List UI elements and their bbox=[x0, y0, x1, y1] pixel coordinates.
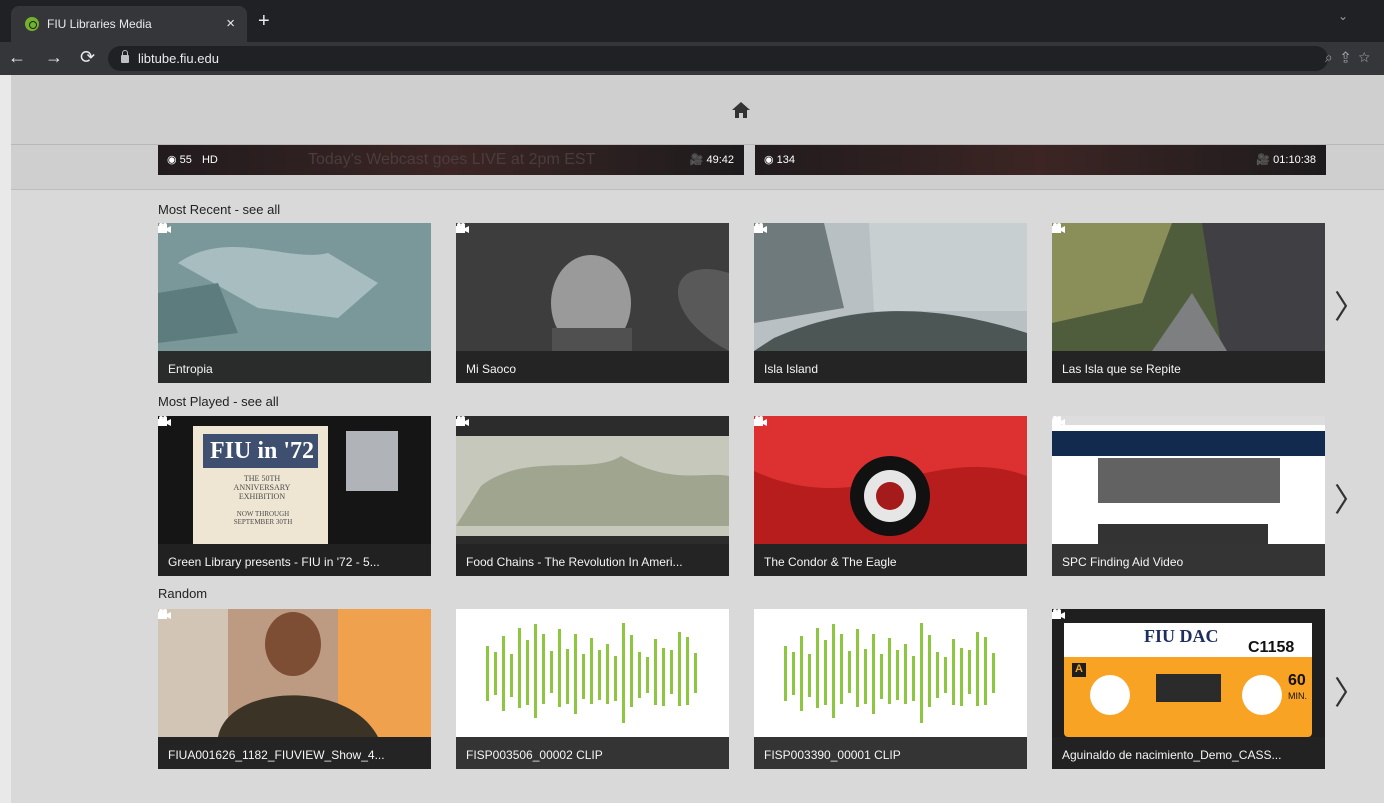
video-camera-icon bbox=[456, 609, 469, 619]
thumb-text-60: 60 bbox=[1288, 672, 1306, 689]
featured-video-2[interactable]: ◉ 134 🎥 01:10:38 bbox=[755, 145, 1326, 175]
video-title: Isla Island bbox=[754, 351, 1027, 383]
video-camera-icon bbox=[1052, 416, 1065, 426]
reload-icon[interactable]: ⟳ bbox=[80, 47, 95, 68]
thumb-text-a: A bbox=[1072, 663, 1086, 677]
duration-text: 49:42 bbox=[706, 154, 734, 166]
thumb-text-fiudac: FIU DAC bbox=[1144, 626, 1219, 646]
video-title: FISP003506_00002 CLIP bbox=[456, 737, 729, 769]
video-camera-icon bbox=[158, 416, 171, 426]
video-camera-icon bbox=[754, 609, 767, 619]
video-camera-icon bbox=[158, 223, 171, 233]
video-title: SPC Finding Aid Video bbox=[1052, 544, 1325, 576]
video-card-las-isla[interactable]: Las Isla que se Repite bbox=[1052, 223, 1325, 383]
video-camera-icon bbox=[1052, 223, 1065, 233]
video-title: Green Library presents - FIU in '72 - 5.… bbox=[158, 544, 431, 576]
section-title-random[interactable]: Random bbox=[158, 586, 207, 601]
thumb-text-anniversary: THE 50TH ANNIVERSARY EXHIBITION bbox=[233, 474, 291, 501]
view-count: 134 bbox=[776, 154, 796, 166]
zoom-share-bookmark-icons[interactable]: ⌕⇪☆ bbox=[1325, 49, 1379, 66]
site-header bbox=[11, 75, 1384, 145]
home-icon[interactable] bbox=[731, 100, 751, 120]
video-card-fisp003390[interactable]: FISP003390_00001 CLIP bbox=[754, 609, 1027, 769]
site-favicon-icon bbox=[25, 17, 39, 31]
tab-search-icon[interactable]: ⌄ bbox=[1338, 9, 1348, 23]
thumbnail bbox=[456, 223, 729, 351]
toolbar: ← → ⟳ libtube.fiu.edu ⌕⇪☆ bbox=[0, 42, 1384, 75]
thumbnail bbox=[158, 609, 431, 737]
video-camera-icon bbox=[158, 609, 171, 619]
quality-badge: HD bbox=[201, 154, 218, 166]
duration-text: 01:10:38 bbox=[1273, 154, 1316, 166]
video-card-condor-eagle[interactable]: The Condor & The Eagle bbox=[754, 416, 1027, 576]
duration-2: 🎥 01:10:38 bbox=[1256, 153, 1316, 166]
thumbnail bbox=[754, 223, 1027, 351]
views-meta-1: ◉ 55 HD bbox=[167, 153, 218, 166]
forward-icon[interactable]: → bbox=[45, 47, 63, 68]
thumb-text-c1158: C1158 bbox=[1248, 639, 1295, 656]
address-bar[interactable]: libtube.fiu.edu bbox=[108, 46, 1328, 71]
thumbnail bbox=[456, 416, 729, 544]
lock-icon bbox=[121, 49, 129, 63]
url-text: libtube.fiu.edu bbox=[138, 51, 219, 66]
close-tab-icon[interactable]: × bbox=[226, 15, 235, 32]
thumbnail bbox=[456, 609, 729, 737]
video-title: FIUA001626_1182_FIUVIEW_Show_4... bbox=[158, 737, 431, 769]
new-tab-icon[interactable]: + bbox=[258, 10, 270, 33]
page-content: ◉ 55 HD Today's Webcast goes LIVE at 2pm… bbox=[11, 75, 1384, 803]
next-most-recent-chevron-right-icon[interactable]: 〉 bbox=[1334, 282, 1366, 328]
thumbnail bbox=[754, 416, 1027, 544]
video-card-food-chains[interactable]: Food Chains - The Revolution In Ameri... bbox=[456, 416, 729, 576]
video-camera-icon: 🎥 bbox=[689, 154, 704, 166]
thumb-text-min: MIN. bbox=[1288, 691, 1307, 701]
thumbnail bbox=[754, 609, 1027, 737]
featured-strip: ◉ 55 HD Today's Webcast goes LIVE at 2pm… bbox=[11, 145, 1384, 190]
video-card-spc-finding-aid[interactable]: SPC Finding Aid Video bbox=[1052, 416, 1325, 576]
video-card-entropia[interactable]: Entropia bbox=[158, 223, 431, 383]
video-title: FISP003390_00001 CLIP bbox=[754, 737, 1027, 769]
video-camera-icon bbox=[456, 223, 469, 233]
video-title: Aguinaldo de nacimiento_Demo_CASS... bbox=[1052, 737, 1325, 769]
thumbnail bbox=[1052, 416, 1325, 544]
tab-strip: FIU Libraries Media × + ⌄ bbox=[0, 0, 1384, 42]
eye-icon: ◉ bbox=[167, 154, 177, 166]
thumbnail bbox=[158, 223, 431, 351]
video-title: Las Isla que se Repite bbox=[1052, 351, 1325, 383]
next-random-chevron-right-icon[interactable]: 〉 bbox=[1334, 668, 1366, 714]
video-camera-icon bbox=[456, 416, 469, 426]
video-title: The Condor & The Eagle bbox=[754, 544, 1027, 576]
video-card-aguinaldo[interactable]: FIU DAC C1158 A 60 MIN. Aguinaldo de nac… bbox=[1052, 609, 1325, 769]
video-card-fiua001626[interactable]: FIUA001626_1182_FIUVIEW_Show_4... bbox=[158, 609, 431, 769]
view-count: 55 bbox=[179, 154, 192, 166]
thumb-text-fiu72: FIU in '72 bbox=[210, 438, 315, 464]
video-card-mi-saoco[interactable]: Mi Saoco bbox=[456, 223, 729, 383]
thumb-text-now: NOW THROUGH SEPTEMBER 30TH bbox=[233, 510, 293, 526]
video-title: Mi Saoco bbox=[456, 351, 729, 383]
section-title-most-recent[interactable]: Most Recent - see all bbox=[158, 202, 280, 217]
thumbnail bbox=[1052, 223, 1325, 351]
browser-tab[interactable]: FIU Libraries Media × bbox=[11, 6, 247, 42]
video-camera-icon: 🎥 bbox=[1256, 154, 1271, 166]
duration-1: 🎥 49:42 bbox=[690, 153, 734, 166]
video-camera-icon bbox=[754, 416, 767, 426]
video-card-isla-island[interactable]: Isla Island bbox=[754, 223, 1027, 383]
video-card-fiu-72[interactable]: FIU in '72 THE 50TH ANNIVERSARY EXHIBITI… bbox=[158, 416, 431, 576]
browser-window: FIU Libraries Media × + ⌄ ← → ⟳ libtube.… bbox=[0, 0, 1384, 803]
video-camera-icon bbox=[754, 223, 767, 233]
video-camera-icon bbox=[1052, 609, 1065, 619]
section-title-most-played[interactable]: Most Played - see all bbox=[158, 394, 279, 409]
video-title: Entropia bbox=[158, 351, 431, 383]
webcast-text: Today's Webcast goes LIVE at 2pm EST bbox=[308, 151, 596, 168]
video-title: Food Chains - The Revolution In Ameri... bbox=[456, 544, 729, 576]
eye-icon: ◉ bbox=[764, 154, 774, 166]
back-icon[interactable]: ← bbox=[8, 47, 26, 68]
views-meta-2: ◉ 134 bbox=[764, 153, 795, 166]
video-card-fisp003506[interactable]: FISP003506_00002 CLIP bbox=[456, 609, 729, 769]
featured-video-1[interactable]: ◉ 55 HD Today's Webcast goes LIVE at 2pm… bbox=[158, 145, 744, 175]
tab-title: FIU Libraries Media bbox=[47, 17, 152, 31]
next-most-played-chevron-right-icon[interactable]: 〉 bbox=[1334, 475, 1366, 521]
